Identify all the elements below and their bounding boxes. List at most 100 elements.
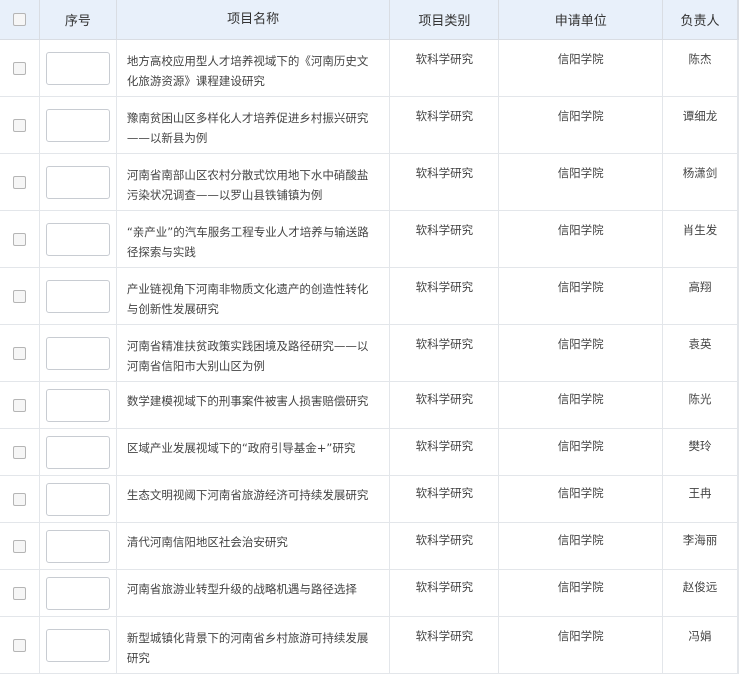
seq-cell xyxy=(40,97,117,153)
project-name: 数学建模视域下的刑事案件被害人损害赔偿研究 xyxy=(117,382,391,428)
seq-input[interactable] xyxy=(45,51,110,85)
project-leader: 王冉 xyxy=(663,476,738,522)
row-checkbox[interactable] xyxy=(12,346,26,360)
seq-input[interactable] xyxy=(45,336,110,370)
row-checkbox[interactable] xyxy=(12,445,26,459)
project-category: 软科学研究 xyxy=(390,617,500,673)
seq-cell xyxy=(40,476,117,522)
table-header: 序号 项目名称 项目类别 申请单位 负责人 xyxy=(0,0,739,40)
applicant-unit: 信阳学院 xyxy=(499,211,664,267)
project-leader: 陈杰 xyxy=(663,40,738,96)
row-checkbox[interactable] xyxy=(12,175,26,189)
row-checkbox[interactable] xyxy=(12,638,26,652)
row-select-cell xyxy=(0,570,40,616)
project-leader: 肖生发 xyxy=(663,211,738,267)
table-body: 地方高校应用型人才培养视域下的《河南历史文化旅游资源》课程建设研究 软科学研究 信阳… xyxy=(0,40,739,674)
seq-input[interactable] xyxy=(45,165,110,199)
seq-input[interactable] xyxy=(45,279,110,313)
row-checkbox[interactable] xyxy=(12,289,26,303)
row-select-cell xyxy=(0,154,40,210)
row-select-cell xyxy=(0,523,40,569)
project-name: 生态文明视阈下河南省旅游经济可持续发展研究 xyxy=(117,476,391,522)
project-category: 软科学研究 xyxy=(390,268,500,324)
row-checkbox[interactable] xyxy=(12,586,26,600)
applicant-unit: 信阳学院 xyxy=(499,154,664,210)
applicant-unit: 信阳学院 xyxy=(499,429,664,475)
project-name: 产业链视角下河南非物质文化遗产的创造性转化与创新性发展研究 xyxy=(117,268,391,324)
header-seq[interactable]: 序号 xyxy=(40,0,117,39)
select-all-cell xyxy=(0,0,40,39)
row-checkbox[interactable] xyxy=(12,398,26,412)
seq-cell xyxy=(40,617,117,673)
project-table: 序号 项目名称 项目类别 申请单位 负责人 地方高校应用型人才培养视域下的《河南… xyxy=(0,0,739,674)
table-row: 地方高校应用型人才培养视域下的《河南历史文化旅游资源》课程建设研究 软科学研究 信阳… xyxy=(0,40,739,97)
applicant-unit: 信阳学院 xyxy=(499,325,664,381)
project-leader: 赵俊远 xyxy=(663,570,738,616)
select-all-checkbox[interactable] xyxy=(12,13,26,26)
project-leader: 李海丽 xyxy=(663,523,738,569)
project-name: 河南省精准扶贫政策实践困境及路径研究——以河南省信阳市大别山区为例 xyxy=(117,325,391,381)
seq-input[interactable] xyxy=(45,108,110,142)
seq-input[interactable] xyxy=(45,388,110,422)
project-category: 软科学研究 xyxy=(390,476,500,522)
row-select-cell xyxy=(0,268,40,324)
row-select-cell xyxy=(0,617,40,673)
row-select-cell xyxy=(0,325,40,381)
row-checkbox[interactable] xyxy=(12,61,26,75)
applicant-unit: 信阳学院 xyxy=(499,617,664,673)
seq-input[interactable] xyxy=(45,529,110,563)
header-category[interactable]: 项目类别 xyxy=(390,0,500,39)
applicant-unit: 信阳学院 xyxy=(499,476,664,522)
row-checkbox[interactable] xyxy=(12,492,26,506)
row-checkbox[interactable] xyxy=(12,539,26,553)
project-leader: 杨潇剑 xyxy=(663,154,738,210)
applicant-unit: 信阳学院 xyxy=(499,268,664,324)
table-row: 清代河南信阳地区社会治安研究 软科学研究 信阳学院 李海丽 xyxy=(0,523,739,570)
seq-input[interactable] xyxy=(45,482,110,516)
table-row: 生态文明视阈下河南省旅游经济可持续发展研究 软科学研究 信阳学院 王冉 xyxy=(0,476,739,523)
table-row: 区域产业发展视域下的“政府引导基金+”研究 软科学研究 信阳学院 樊玲 xyxy=(0,429,739,476)
header-name[interactable]: 项目名称 xyxy=(117,0,391,39)
project-name: 河南省南部山区农村分散式饮用地下水中硝酸盐污染状况调查——以罗山县铁铺镇为例 xyxy=(117,154,391,210)
project-leader: 樊玲 xyxy=(663,429,738,475)
row-checkbox[interactable] xyxy=(12,232,26,246)
row-select-cell xyxy=(0,40,40,96)
project-name: 地方高校应用型人才培养视域下的《河南历史文化旅游资源》课程建设研究 xyxy=(117,40,391,96)
project-name: 新型城镇化背景下的河南省乡村旅游可持续发展研究 xyxy=(117,617,391,673)
row-select-cell xyxy=(0,211,40,267)
project-leader: 谭细龙 xyxy=(663,97,738,153)
table-row: 新型城镇化背景下的河南省乡村旅游可持续发展研究 软科学研究 信阳学院 冯娟 xyxy=(0,617,739,674)
project-category: 软科学研究 xyxy=(390,97,500,153)
table-row: 豫南贫困山区多样化人才培养促进乡村振兴研究——以新县为例 软科学研究 信阳学院 谭细龙 xyxy=(0,97,739,154)
project-category: 软科学研究 xyxy=(390,40,500,96)
project-category: 软科学研究 xyxy=(390,211,500,267)
applicant-unit: 信阳学院 xyxy=(499,570,664,616)
seq-input[interactable] xyxy=(45,435,110,469)
applicant-unit: 信阳学院 xyxy=(499,97,664,153)
row-checkbox[interactable] xyxy=(12,118,26,132)
project-category: 软科学研究 xyxy=(390,154,500,210)
project-leader: 冯娟 xyxy=(663,617,738,673)
seq-cell xyxy=(40,570,117,616)
project-name: 区域产业发展视域下的“政府引导基金+”研究 xyxy=(117,429,391,475)
row-select-cell xyxy=(0,476,40,522)
project-category: 软科学研究 xyxy=(390,382,500,428)
project-category: 软科学研究 xyxy=(390,325,500,381)
seq-input[interactable] xyxy=(45,222,110,256)
table-row: 产业链视角下河南非物质文化遗产的创造性转化与创新性发展研究 软科学研究 信阳学院 高翔 xyxy=(0,268,739,325)
seq-input[interactable] xyxy=(45,576,110,610)
applicant-unit: 信阳学院 xyxy=(499,382,664,428)
header-leader[interactable]: 负责人 xyxy=(663,0,739,39)
seq-cell xyxy=(40,268,117,324)
project-name: 河南省旅游业转型升级的战略机遇与路径选择 xyxy=(117,570,391,616)
project-category: 软科学研究 xyxy=(390,429,500,475)
table-row: 数学建模视域下的刑事案件被害人损害赔偿研究 软科学研究 信阳学院 陈光 xyxy=(0,382,739,429)
seq-cell xyxy=(40,325,117,381)
project-name: 豫南贫困山区多样化人才培养促进乡村振兴研究——以新县为例 xyxy=(117,97,391,153)
seq-input[interactable] xyxy=(45,628,110,662)
table-row: 河南省南部山区农村分散式饮用地下水中硝酸盐污染状况调查——以罗山县铁铺镇为例 软科… xyxy=(0,154,739,211)
header-unit[interactable]: 申请单位 xyxy=(499,0,664,39)
project-leader: 陈光 xyxy=(663,382,738,428)
project-category: 软科学研究 xyxy=(390,570,500,616)
row-select-cell xyxy=(0,97,40,153)
